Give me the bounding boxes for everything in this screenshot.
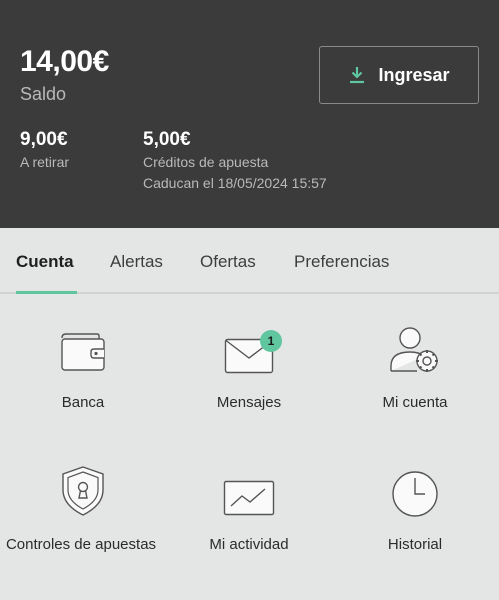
withdrawable-label: A retirar [20, 154, 70, 170]
bet-credits-amount: 5,00€ [143, 129, 191, 150]
tab-preferencias[interactable]: Preferencias [294, 252, 389, 272]
balance-amount: 14,00€ [20, 45, 109, 78]
tile-mi-cuenta-label: Mi cuenta [382, 394, 448, 411]
user-settings-icon [390, 327, 438, 372]
clock-icon [392, 471, 438, 517]
withdrawable-amount: 9,00€ [20, 129, 68, 150]
tile-mensajes[interactable]: 1 Mensajes [166, 318, 332, 458]
account-tabs: Cuenta Alertas Ofertas Preferencias [0, 228, 499, 294]
tile-banca-label: Banca [61, 394, 105, 411]
tile-mi-cuenta[interactable]: Mi cuenta [332, 318, 498, 458]
activity-chart-icon [223, 480, 275, 516]
tile-mensajes-label: Mensajes [216, 394, 282, 411]
balance-label: Saldo [20, 84, 67, 104]
shield-lock-icon [62, 466, 104, 516]
tile-mi-actividad[interactable]: Mi actividad [166, 460, 332, 600]
tile-mi-actividad-label: Mi actividad [209, 536, 289, 553]
tile-historial[interactable]: Historial [332, 460, 498, 600]
tile-controles-apuestas-label: Controles de apuestas [5, 536, 157, 553]
account-header: 14,00€ Saldo Ingresar 9,00€ A retirar 5,… [0, 0, 499, 228]
tab-alertas[interactable]: Alertas [110, 252, 163, 272]
bet-credits-expiry: Caducan el 18/05/2024 15:57 [143, 175, 327, 191]
tab-cuenta[interactable]: Cuenta [16, 252, 74, 272]
active-tab-indicator [16, 291, 77, 294]
tile-controles-apuestas[interactable]: Controles de apuestas [0, 460, 166, 600]
tile-historial-label: Historial [387, 536, 443, 553]
deposit-button[interactable]: Ingresar [319, 46, 479, 104]
tab-ofertas[interactable]: Ofertas [200, 252, 256, 272]
wallet-icon [61, 333, 105, 371]
tile-banca[interactable]: Banca [0, 318, 166, 458]
download-icon [350, 67, 365, 84]
deposit-button-label: Ingresar [378, 64, 450, 85]
bet-credits-label: Créditos de apuesta [143, 154, 269, 170]
unread-messages-badge: 1 [260, 330, 282, 352]
